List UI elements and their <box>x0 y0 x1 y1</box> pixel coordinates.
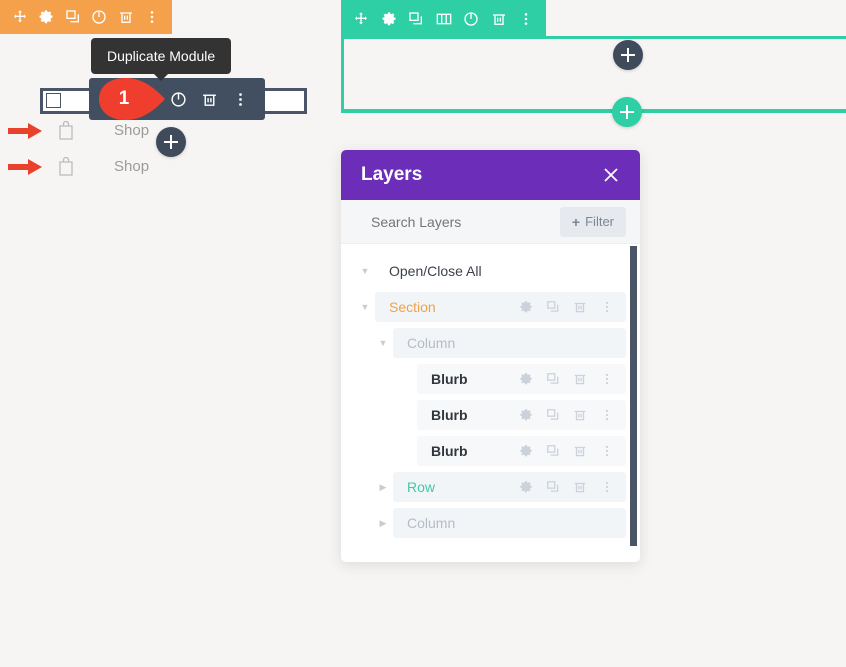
vertical-dots-icon[interactable] <box>600 408 614 422</box>
trash-icon[interactable] <box>201 91 218 108</box>
layers-list[interactable]: ▼ Open/Close All ▼ Section ▼ Column Blur… <box>341 244 640 562</box>
duplicate-icon[interactable] <box>546 480 560 494</box>
duplicate-icon[interactable] <box>546 408 560 422</box>
layers-panel-header: Layers <box>341 150 640 200</box>
trash-icon[interactable] <box>573 372 587 386</box>
list-item-module[interactable]: ▼ Blurb <box>341 400 626 430</box>
vertical-dots-icon[interactable] <box>600 444 614 458</box>
list-item-label: Column <box>407 335 456 351</box>
list-item-label: Blurb <box>431 407 468 423</box>
add-module-button[interactable] <box>156 127 186 157</box>
step-marker-1: 1 <box>99 78 165 120</box>
vertical-dots-icon[interactable] <box>600 480 614 494</box>
layers-search-bar[interactable]: + Filter <box>341 200 640 244</box>
power-icon[interactable] <box>91 9 107 25</box>
layers-panel[interactable]: Layers + Filter ▼ Open/Close All ▼ Secti… <box>341 150 640 562</box>
list-item-section[interactable]: ▼ Section <box>341 292 626 322</box>
module-title-label: Shop <box>114 158 150 175</box>
trash-icon[interactable] <box>573 444 587 458</box>
plus-icon <box>164 135 178 149</box>
shopping-bag-icon <box>58 157 74 176</box>
module-settings-toolbar[interactable] <box>0 0 172 34</box>
gear-icon[interactable] <box>519 408 533 422</box>
filter-button-label: Filter <box>585 214 614 229</box>
gear-icon[interactable] <box>38 9 54 25</box>
list-item-module[interactable]: ▼ Blurb <box>341 364 626 394</box>
tooltip-duplicate-module: Duplicate Module <box>91 38 232 81</box>
section-divider-line <box>341 110 846 113</box>
filter-button[interactable]: + Filter <box>559 206 626 237</box>
close-icon[interactable] <box>602 166 620 184</box>
search-input[interactable] <box>369 212 560 231</box>
gear-icon[interactable] <box>519 444 533 458</box>
gear-icon[interactable] <box>519 480 533 494</box>
trash-icon[interactable] <box>118 9 134 25</box>
duplicate-icon[interactable] <box>546 372 560 386</box>
module-placeholder-square <box>46 93 61 108</box>
plus-icon <box>621 48 635 62</box>
gear-icon[interactable] <box>519 300 533 314</box>
page-title: Layers <box>361 164 423 185</box>
columns-icon[interactable] <box>436 11 452 27</box>
vertical-dots-icon[interactable] <box>518 11 534 27</box>
marker-number: 1 <box>118 88 130 109</box>
duplicate-icon[interactable] <box>546 300 560 314</box>
trash-icon[interactable] <box>491 11 507 27</box>
add-row-button[interactable] <box>613 40 643 70</box>
vertical-dots-icon[interactable] <box>232 91 249 108</box>
tooltip-label: Duplicate Module <box>107 48 216 64</box>
list-item-column[interactable]: ▼ Column <box>341 328 626 358</box>
list-item-label: Row <box>407 479 436 495</box>
chevron-down-icon[interactable]: ▼ <box>355 302 375 312</box>
vertical-dots-icon[interactable] <box>600 300 614 314</box>
list-item-label: Blurb <box>431 371 468 387</box>
list-item-module[interactable]: ▼ Blurb <box>341 436 626 466</box>
duplicate-icon[interactable] <box>408 11 424 27</box>
arrow-right-icon <box>8 122 42 140</box>
vertical-dots-icon[interactable] <box>144 9 160 25</box>
chevron-right-icon[interactable]: ▶ <box>373 482 393 493</box>
list-item-column[interactable]: ▶ Column <box>341 508 626 538</box>
section-settings-toolbar[interactable] <box>341 0 546 37</box>
arrow-right-icon <box>8 158 42 176</box>
module-title-label: Shop <box>114 122 150 139</box>
move-icon[interactable] <box>12 9 28 25</box>
trash-icon[interactable] <box>573 480 587 494</box>
chevron-right-icon[interactable]: ▶ <box>373 518 393 529</box>
list-item-row[interactable]: ▶ Row <box>341 472 626 502</box>
trash-icon[interactable] <box>573 408 587 422</box>
plus-icon <box>620 105 634 119</box>
annotated-module-row: Shop <box>8 121 149 140</box>
chevron-down-icon[interactable]: ▼ <box>355 266 375 276</box>
trash-icon[interactable] <box>573 300 587 314</box>
power-icon[interactable] <box>170 91 187 108</box>
power-icon[interactable] <box>463 11 479 27</box>
list-item-label: Blurb <box>431 443 468 459</box>
duplicate-icon[interactable] <box>546 444 560 458</box>
gear-icon[interactable] <box>381 11 397 27</box>
add-section-button[interactable] <box>612 97 642 127</box>
list-item[interactable]: ▼ Open/Close All <box>341 256 626 286</box>
layers-scrollbar[interactable] <box>630 246 637 546</box>
duplicate-icon[interactable] <box>65 9 81 25</box>
chevron-down-icon[interactable]: ▼ <box>373 338 393 348</box>
annotated-module-row: Shop <box>8 157 149 176</box>
move-icon[interactable] <box>353 11 369 27</box>
shopping-bag-icon <box>58 121 74 140</box>
plus-icon: + <box>571 213 581 230</box>
list-item-label: Open/Close All <box>389 263 482 279</box>
list-item-label: Section <box>389 299 436 315</box>
list-item-label: Column <box>407 515 456 531</box>
gear-icon[interactable] <box>519 372 533 386</box>
section-outline[interactable] <box>341 36 846 112</box>
vertical-dots-icon[interactable] <box>600 372 614 386</box>
